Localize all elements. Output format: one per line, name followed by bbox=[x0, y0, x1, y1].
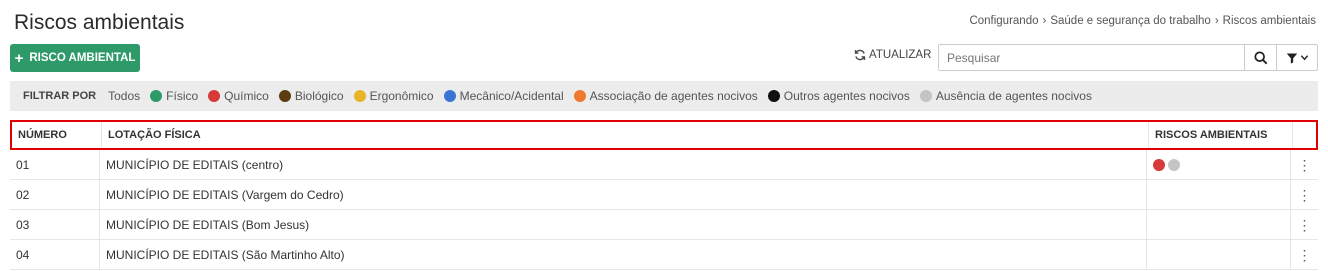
risks-table: NÚMERO LOTAÇÃO FÍSICA RISCOS AMBIENTAIS … bbox=[10, 120, 1318, 270]
table-row[interactable]: 03 MUNICÍPIO DE EDITAIS (Bom Jesus) ⋮ bbox=[10, 210, 1318, 240]
cell-number: 04 bbox=[10, 240, 100, 269]
kebab-menu-icon[interactable]: ⋮ bbox=[1298, 218, 1312, 232]
chevron-down-icon bbox=[1300, 55, 1308, 61]
breadcrumb-separator-icon: › bbox=[1214, 15, 1219, 27]
filter-mecanico[interactable]: Mecânico/Acidental bbox=[443, 89, 564, 103]
filter-quimico[interactable]: Químico bbox=[208, 89, 269, 103]
red-dot-icon bbox=[208, 90, 221, 102]
cell-number: 01 bbox=[10, 150, 100, 179]
kebab-menu-icon[interactable]: ⋮ bbox=[1298, 248, 1312, 262]
column-header-number[interactable]: NÚMERO bbox=[12, 122, 102, 148]
filter-label: Físico bbox=[166, 89, 199, 103]
gray-dot-icon bbox=[919, 90, 932, 102]
search-button[interactable] bbox=[1244, 45, 1276, 70]
filter-biologico[interactable]: Biológico bbox=[278, 89, 344, 103]
filter-bar: FILTRAR POR Todos Físico Químico Biológi… bbox=[10, 81, 1318, 111]
filter-label: Outros agentes nocivos bbox=[783, 89, 910, 103]
table-row[interactable]: 01 MUNICÍPIO DE EDITAIS (centro) ⋮ bbox=[10, 150, 1318, 180]
cell-number: 02 bbox=[10, 180, 100, 209]
black-dot-icon bbox=[767, 90, 780, 102]
column-header-location[interactable]: LOTAÇÃO FÍSICA bbox=[102, 122, 1149, 148]
gray-dot-icon bbox=[1168, 158, 1180, 171]
filter-label: Mecânico/Acidental bbox=[459, 89, 564, 103]
filter-label: Biológico bbox=[294, 89, 344, 103]
orange-dot-icon bbox=[573, 90, 586, 102]
blue-dot-icon bbox=[443, 90, 456, 102]
kebab-menu-icon[interactable]: ⋮ bbox=[1298, 158, 1312, 172]
refresh-label: ATUALIZAR bbox=[869, 49, 932, 61]
filter-fisico[interactable]: Físico bbox=[150, 89, 198, 103]
cell-risks bbox=[1147, 210, 1291, 239]
breadcrumb-item-current: Riscos ambientais bbox=[1222, 15, 1316, 27]
search-icon bbox=[1253, 50, 1267, 64]
cell-location: MUNICÍPIO DE EDITAIS (Bom Jesus) bbox=[100, 210, 1147, 239]
filter-associacao[interactable]: Associação de agentes nocivos bbox=[573, 89, 758, 103]
table-row[interactable]: 04 MUNICÍPIO DE EDITAIS (São Martinho Al… bbox=[10, 240, 1318, 270]
filter-label: Associação de agentes nocivos bbox=[589, 89, 758, 103]
funnel-icon bbox=[1286, 53, 1297, 64]
cell-number: 03 bbox=[10, 210, 100, 239]
column-header-risks[interactable]: RISCOS AMBIENTAIS bbox=[1149, 122, 1293, 148]
row-actions: ⋮ bbox=[1291, 150, 1318, 179]
add-environmental-risk-button[interactable]: + RISCO AMBIENTAL bbox=[10, 44, 140, 72]
breadcrumb: Configurando › Saúde e segurança do trab… bbox=[969, 15, 1316, 27]
filter-dropdown-button[interactable] bbox=[1276, 45, 1317, 70]
cell-risks bbox=[1147, 180, 1291, 209]
cell-risks bbox=[1147, 150, 1291, 179]
table-row[interactable]: 02 MUNICÍPIO DE EDITAIS (Vargem do Cedro… bbox=[10, 180, 1318, 210]
row-actions: ⋮ bbox=[1291, 240, 1318, 269]
filter-ergonomico[interactable]: Ergonômico bbox=[353, 89, 434, 103]
filter-ausencia[interactable]: Ausência de agentes nocivos bbox=[919, 89, 1092, 103]
plus-icon: + bbox=[14, 49, 24, 67]
refresh-icon bbox=[854, 49, 866, 61]
breadcrumb-item-saude[interactable]: Saúde e segurança do trabalho bbox=[1050, 15, 1210, 27]
column-header-actions bbox=[1293, 122, 1316, 148]
refresh-button[interactable]: ATUALIZAR bbox=[854, 49, 931, 61]
kebab-menu-icon[interactable]: ⋮ bbox=[1298, 188, 1312, 202]
table-header: NÚMERO LOTAÇÃO FÍSICA RISCOS AMBIENTAIS bbox=[10, 120, 1318, 150]
filter-all[interactable]: Todos bbox=[108, 89, 140, 103]
breadcrumb-separator-icon: › bbox=[1042, 15, 1047, 27]
filter-outros[interactable]: Outros agentes nocivos bbox=[767, 89, 910, 103]
cell-location: MUNICÍPIO DE EDITAIS (São Martinho Alto) bbox=[100, 240, 1147, 269]
filter-all-label: Todos bbox=[108, 89, 141, 103]
cell-location: MUNICÍPIO DE EDITAIS (centro) bbox=[100, 150, 1147, 179]
yellow-dot-icon bbox=[353, 90, 366, 102]
brown-dot-icon bbox=[278, 90, 291, 102]
cell-risks bbox=[1147, 240, 1291, 269]
red-dot-icon bbox=[1153, 158, 1165, 171]
row-actions: ⋮ bbox=[1291, 210, 1318, 239]
filter-by-label: FILTRAR POR bbox=[23, 90, 97, 102]
filter-label: Ergonômico bbox=[369, 89, 434, 103]
filter-label: Ausência de agentes nocivos bbox=[935, 89, 1092, 103]
breadcrumb-item-configurando[interactable]: Configurando bbox=[969, 15, 1038, 27]
page-title: Riscos ambientais bbox=[14, 11, 185, 34]
row-actions: ⋮ bbox=[1291, 180, 1318, 209]
search-box bbox=[938, 44, 1318, 71]
add-button-label: RISCO AMBIENTAL bbox=[29, 52, 136, 64]
cell-location: MUNICÍPIO DE EDITAIS (Vargem do Cedro) bbox=[100, 180, 1147, 209]
green-dot-icon bbox=[150, 90, 163, 102]
search-input[interactable] bbox=[939, 45, 1244, 70]
filter-label: Químico bbox=[224, 89, 269, 103]
